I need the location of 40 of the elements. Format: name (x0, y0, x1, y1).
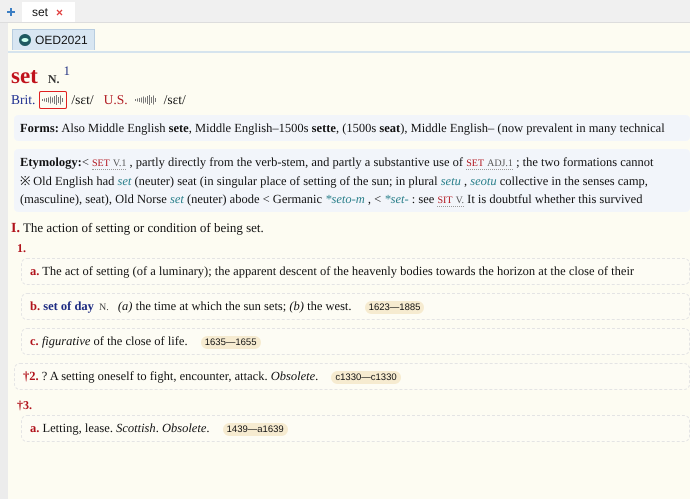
region-label: U.S. (104, 92, 128, 108)
sense-number: †2. (23, 369, 39, 384)
part-of-speech: N. (48, 72, 60, 87)
sense-number: 1. (17, 241, 26, 256)
cross-reference-link[interactable]: SIT V. (437, 192, 464, 207)
definition-text: ? A setting oneself to fight, encounter, attack. Obsolete. (42, 369, 318, 384)
audio-waveform-icon[interactable] (39, 91, 68, 109)
etymology-text: Etymology:< SET V.1 , partly directly from the verb-stem, and partly a substantive use of SET ADJ.1 ; the two formations cannot (20, 154, 655, 172)
dictionary-name: OED2021 (35, 33, 88, 47)
pronunciation-text: /sɛt/ (164, 92, 186, 108)
tab-label: set (32, 5, 48, 19)
definition-text: figurative of the close of life. (42, 334, 188, 348)
headword: set (11, 63, 38, 89)
homonym-number: 1 (64, 63, 70, 79)
sense-number: a. (30, 421, 40, 436)
document-tab[interactable]: set (22, 2, 76, 22)
etymology-text: ※ Old English had set (neuter) seat (in singular place of setting of the sun; in plural setu , seotu collective in the senses camp, (masculine), seat), Old Norse set (neuter) abode < Germanic *seto-m , < *set- : see SIT V. It is doubtful whether this survived (20, 172, 649, 208)
dictionary-logo-icon (19, 34, 31, 46)
sense-number: a. (30, 264, 40, 278)
sense-number: †3. (17, 398, 32, 412)
date-range: 1635—1655 (200, 336, 261, 350)
date-range: c1330—c1330 (331, 371, 401, 384)
dictionary-tab[interactable]: OED2021 (12, 29, 95, 50)
definition-text: The action of setting or condition of being set. (22, 220, 264, 236)
pronunciation-text: /sɛt/ (71, 92, 94, 108)
cross-reference-link[interactable]: SET ADJ.1 (466, 155, 513, 170)
phrase-text: set of day (43, 299, 94, 314)
definition-text: (a) the time at which the sun sets; (b) the west. (118, 299, 352, 314)
definition-text: The act of setting (of a luminary); the apparent descent of the heavenly bodies towards the horizon at the close of their (42, 264, 634, 278)
region-label: Brit. (11, 92, 36, 108)
sense-number: I. (11, 221, 20, 236)
definition-text: Letting, lease. Scottish. Obsolete. (42, 421, 210, 436)
cross-reference-link[interactable]: SET V.1 (92, 155, 126, 170)
date-range: 1439—a1639 (222, 423, 288, 436)
sense-number: b. (30, 299, 40, 314)
date-range: 1623—1885 (364, 301, 424, 314)
close-icon[interactable] (56, 8, 64, 16)
sense-number: c. (30, 334, 39, 348)
part-of-speech: N. (99, 302, 109, 314)
forms-text: Forms: Also Middle English sete, Middle English–1500s sette, (1500s seat), Middle English– (now prevalent in many technical (20, 120, 666, 137)
